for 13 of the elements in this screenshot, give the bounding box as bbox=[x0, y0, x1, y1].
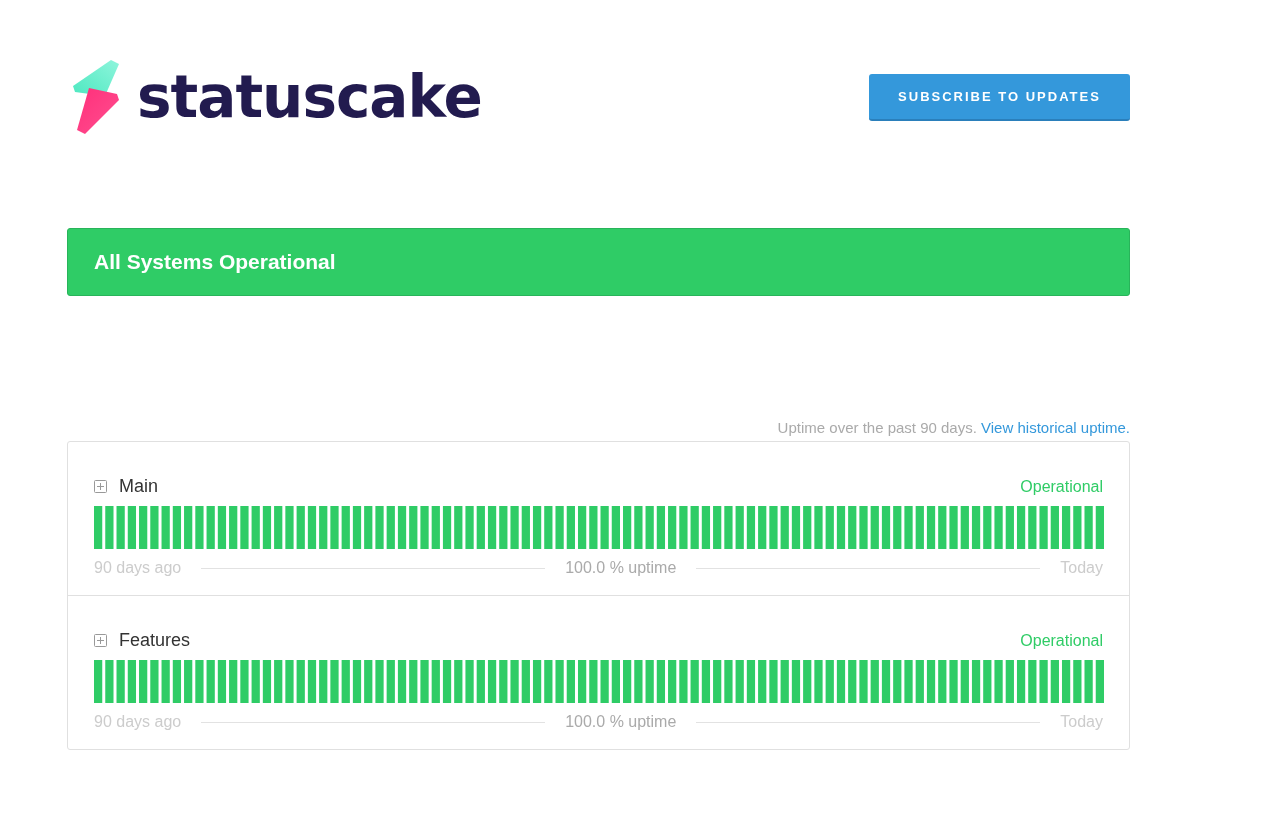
component-name: Main bbox=[119, 476, 158, 497]
status-banner: All Systems Operational bbox=[67, 228, 1130, 296]
plus-square-icon[interactable] bbox=[94, 634, 107, 647]
logo-wordmark[interactable]: statuscake bbox=[137, 68, 482, 126]
component-status: Operational bbox=[1020, 631, 1103, 650]
uptime-note: Uptime over the past 90 days. View historical uptime. bbox=[776, 419, 1130, 436]
component-status: Operational bbox=[1020, 477, 1103, 496]
subscribe-button[interactable]: SUBSCRIBE TO UPDATES bbox=[869, 74, 1130, 121]
uptime-percentage: 100.0 % uptime bbox=[565, 713, 677, 731]
plus-square-icon[interactable] bbox=[94, 480, 107, 493]
component-name: Features bbox=[119, 630, 191, 651]
uptime-percentage: 100.0 % uptime bbox=[565, 559, 677, 577]
historical-uptime-link[interactable]: View historical uptime. bbox=[981, 419, 1130, 436]
